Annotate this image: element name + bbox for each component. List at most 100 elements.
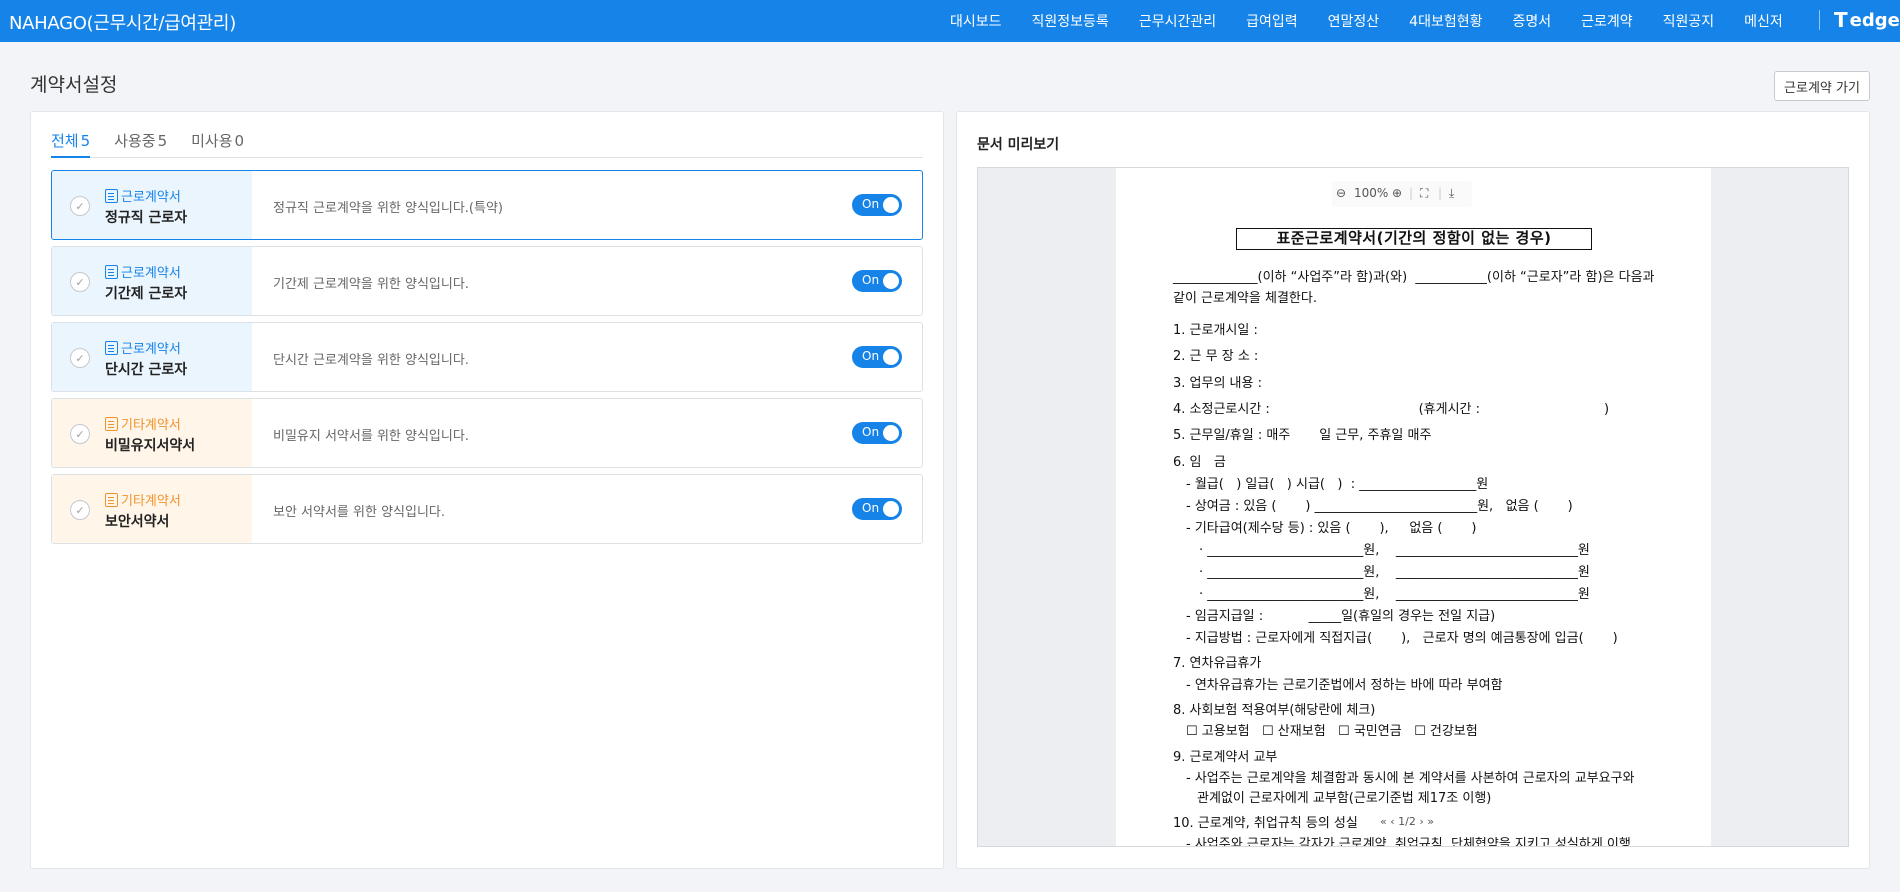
edge-logo[interactable]: T edge (1834, 8, 1900, 32)
template-toggle[interactable]: On (852, 422, 902, 444)
doc-line: 관계없이 근로자에게 교부함(근로기준법 제17조 이행) (1197, 791, 1492, 806)
doc-line: - 사업주와 근로자는 각자가 근로계약, 취업규칙, 단체협약을 지키고 성실… (1186, 837, 1631, 847)
template-toggle[interactable]: On (852, 270, 902, 292)
template-card-part-time[interactable]: ✓ 근로계약서 단시간 근로자 단시간 근로계약을 위한 양식입니다. On (51, 322, 923, 392)
toggle-label: On (862, 501, 880, 515)
first-page-icon[interactable]: « (1380, 815, 1387, 828)
nav-item-contracts[interactable]: 근로계약 (1581, 11, 1633, 31)
nav-divider (1819, 10, 1820, 30)
template-name: 단시간 근로자 (105, 362, 188, 378)
nav-item-year-end[interactable]: 연말정산 (1328, 11, 1380, 31)
doc-line: - 상여금 : 있음 ( ) _________________________… (1186, 499, 1573, 514)
tab-in-use[interactable]: 사용중 5 (114, 130, 167, 158)
toggle-knob (883, 197, 899, 213)
check-circle-icon[interactable]: ✓ (70, 272, 90, 292)
app-title[interactable]: NAHAGO(근무시간/급여관리) (9, 9, 236, 35)
doc-line: 1. 근로개시일 : (1173, 323, 1258, 338)
doc-line: - 연차유급휴가는 근로기준법에서 정하는 바에 따라 부여함 (1186, 678, 1503, 693)
template-card-header: ✓ 기타계약서 보안서약서 (52, 475, 252, 543)
template-list-panel: 전체 5 사용중 5 미사용 0 ✓ 근로계약서 정규직 근로자 정규직 근로계약을 … (30, 111, 944, 869)
nav-item-certificates[interactable]: 증명서 (1512, 11, 1551, 31)
page-navigator: « ‹ 1/2 › » (1376, 813, 1438, 830)
nav-item-employee-register[interactable]: 직원정보등록 (1032, 11, 1109, 31)
doc-line: 7. 연차유급휴가 (1173, 656, 1262, 671)
document-page: ⊖ 100% ⊕ | ⛶ | ⤓ 표준근로계약서(기간의 정함이 없는 경우) … (1116, 168, 1711, 847)
zoom-in-icon[interactable]: ⊕ (1392, 186, 1402, 200)
template-category: 기타계약서 (105, 414, 181, 433)
toggle-knob (883, 349, 899, 365)
template-description: 보안 서약서를 위한 양식입니다. (273, 505, 446, 520)
template-category-label: 기타계약서 (121, 494, 181, 509)
doc-line: · ________________________원, ___________… (1199, 587, 1590, 602)
template-category: 근로계약서 (105, 262, 181, 281)
tab-in-use-count: 5 (157, 132, 168, 150)
zoom-out-icon[interactable]: ⊖ (1336, 186, 1346, 200)
nav-item-payroll-input[interactable]: 급여입력 (1246, 11, 1298, 31)
fit-screen-icon[interactable]: ⛶ (1420, 186, 1428, 201)
prev-page-icon[interactable]: ‹ (1390, 815, 1394, 828)
template-toggle[interactable]: On (852, 498, 902, 520)
template-toggle[interactable]: On (852, 346, 902, 368)
doc-line: - 월급( ) 일급( ) 시급( ) : __________________… (1186, 477, 1489, 492)
doc-line: 5. 근무일/휴일 : 매주 일 근무, 주휴일 매주 (1173, 428, 1432, 443)
doc-line: 2. 근 무 장 소 : (1173, 349, 1259, 364)
doc-line: - 사업주는 근로계약을 체결함과 동시에 본 계약서를 사본하여 근로자의 교… (1186, 771, 1635, 786)
template-card-fixed-term[interactable]: ✓ 근로계약서 기간제 근로자 기간제 근로계약을 위한 양식입니다. On (51, 246, 923, 316)
tab-all-label: 전체 (51, 132, 79, 150)
download-icon[interactable]: ⤓ (1449, 186, 1454, 201)
edge-logo-text: edge (1849, 9, 1900, 31)
template-card-security[interactable]: ✓ 기타계약서 보안서약서 보안 서약서를 위한 양식입니다. On (51, 474, 923, 544)
template-category-label: 근로계약서 (121, 342, 181, 357)
toggle-knob (883, 501, 899, 517)
toggle-label: On (862, 425, 880, 439)
template-card-regular[interactable]: ✓ 근로계약서 정규직 근로자 정규직 근로계약을 위한 양식입니다.(특약) … (51, 170, 923, 240)
main-nav: 대시보드 직원정보등록 근무시간관리 급여입력 연말정산 4대보험현황 증명서 … (950, 0, 1813, 42)
tab-all[interactable]: 전체 5 (51, 130, 91, 158)
template-toggle[interactable]: On (852, 194, 902, 216)
nav-item-messenger[interactable]: 메신저 (1744, 11, 1783, 31)
toggle-knob (883, 273, 899, 289)
zoom-level: 100% (1354, 186, 1389, 200)
next-page-icon[interactable]: › (1419, 815, 1423, 828)
template-description: 단시간 근로계약을 위한 양식입니다. (273, 353, 469, 368)
template-card-nda[interactable]: ✓ 기타계약서 비밀유지서약서 비밀유지 서약서를 위한 양식입니다. On (51, 398, 923, 468)
check-circle-icon[interactable]: ✓ (70, 348, 90, 368)
tab-all-count: 5 (80, 132, 91, 150)
zoom-toolbar: ⊖ 100% ⊕ | ⛶ | ⤓ (1332, 181, 1472, 207)
preview-title: 문서 미리보기 (977, 137, 1060, 153)
template-description: 정규직 근로계약을 위한 양식입니다.(특약) (273, 201, 503, 216)
template-name: 정규직 근로자 (105, 210, 188, 226)
goto-contract-button[interactable]: 근로계약 가기 (1774, 71, 1870, 101)
template-card-header: ✓ 근로계약서 단시간 근로자 (52, 323, 252, 391)
nav-item-insurance[interactable]: 4대보험현황 (1409, 11, 1482, 31)
doc-line: 9. 근로계약서 교부 (1173, 750, 1278, 765)
tab-unused-label: 미사용 (191, 132, 233, 150)
doc-line: - 임금지급일 : _____일(휴일의 경우는 전일 지급) (1186, 609, 1496, 624)
tab-unused[interactable]: 미사용 0 (191, 130, 244, 158)
doc-line: 10. 근로계약, 취업규칙 등의 성실 (1173, 816, 1358, 831)
template-description: 비밀유지 서약서를 위한 양식입니다. (273, 429, 469, 444)
check-circle-icon[interactable]: ✓ (70, 196, 90, 216)
page-indicator: 1/2 (1398, 815, 1416, 828)
nav-item-notices[interactable]: 직원공지 (1663, 11, 1715, 31)
doc-line: · ________________________원, ___________… (1199, 543, 1590, 558)
check-circle-icon[interactable]: ✓ (70, 500, 90, 520)
doc-line: 4. 소정근로시간 : (휴게시간 : ) (1173, 402, 1610, 417)
template-card-header: ✓ 기타계약서 비밀유지서약서 (52, 399, 252, 467)
doc-line: - 기타급여(제수당 등) : 있음 ( ), 없음 ( ) (1186, 521, 1477, 536)
template-category: 근로계약서 (105, 338, 181, 357)
toolbar-divider: | (1409, 186, 1414, 200)
last-page-icon[interactable]: » (1427, 815, 1434, 828)
nav-item-dashboard[interactable]: 대시보드 (950, 11, 1002, 31)
toggle-label: On (862, 349, 880, 363)
document-viewer[interactable]: ⊖ 100% ⊕ | ⛶ | ⤓ 표준근로계약서(기간의 정함이 없는 경우) … (977, 167, 1849, 847)
tab-unused-count: 0 (234, 132, 245, 150)
template-description: 기간제 근로계약을 위한 양식입니다. (273, 277, 469, 292)
check-circle-icon[interactable]: ✓ (70, 424, 90, 444)
template-category-label: 근로계약서 (121, 190, 181, 205)
doc-line: ☐ 고용보험 ☐ 산재보험 ☐ 국민연금 ☐ 건강보험 (1186, 724, 1478, 739)
nav-item-work-hours[interactable]: 근무시간관리 (1139, 11, 1216, 31)
doc-line: _____________(이하 “사업주”라 함)과(와) _________… (1173, 270, 1655, 285)
template-category-label: 근로계약서 (121, 266, 181, 281)
document-icon (105, 492, 118, 507)
